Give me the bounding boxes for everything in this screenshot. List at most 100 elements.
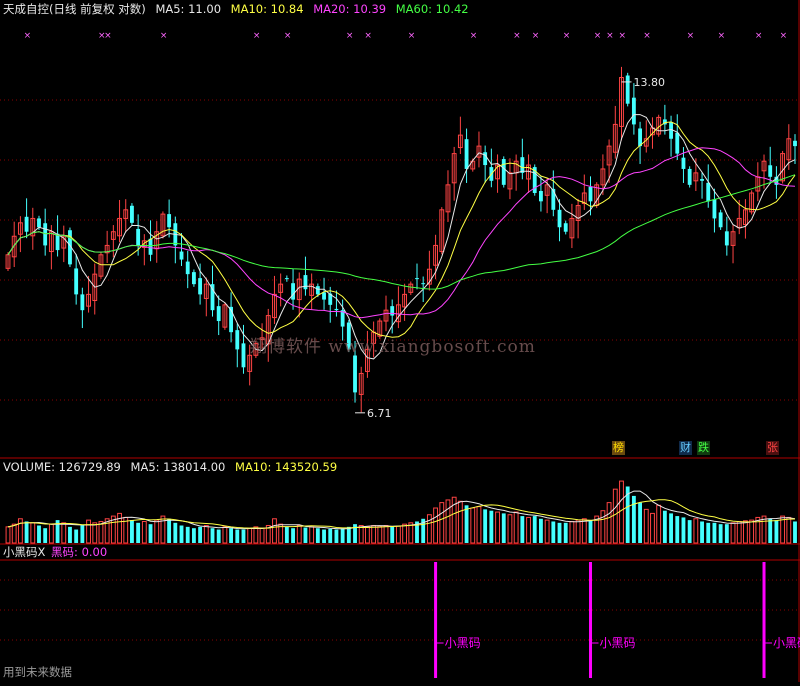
ma5-readout: MA5: 11.00 bbox=[155, 2, 222, 16]
event-marker-icon: × bbox=[687, 31, 695, 41]
candle-body-down bbox=[284, 278, 289, 280]
ma60-readout: MA60: 10.42 bbox=[395, 2, 469, 16]
candle-body-down bbox=[291, 283, 295, 300]
volume-bar-up bbox=[358, 525, 364, 544]
volume-bar-down bbox=[551, 521, 556, 543]
volume-bar-down bbox=[532, 516, 537, 543]
volume-bar-down bbox=[706, 522, 711, 543]
volume-bar-down bbox=[241, 529, 246, 543]
volume-bar-down bbox=[229, 528, 234, 543]
candle-body-down bbox=[74, 268, 79, 295]
volume-bar-up bbox=[643, 508, 649, 544]
volume-bar-up bbox=[656, 504, 662, 544]
volume-bar-up bbox=[736, 520, 742, 544]
price-annotation-label: 13.80 bbox=[633, 76, 665, 89]
volume-bar-down bbox=[793, 521, 797, 543]
volume-bar-down bbox=[136, 522, 141, 543]
volume-bar-down bbox=[675, 516, 680, 543]
volume-bar-down bbox=[638, 502, 642, 543]
volume-bar-down bbox=[681, 517, 686, 543]
volume-bar-down bbox=[631, 495, 636, 543]
volume-bar-up bbox=[439, 502, 445, 544]
volume-bar-up bbox=[730, 522, 736, 544]
event-marker-icon: × bbox=[563, 31, 571, 41]
indicator-value: 黑码: 0.00 bbox=[51, 545, 108, 559]
volume-bar-down bbox=[557, 522, 562, 543]
volume-bar-up bbox=[11, 523, 17, 544]
candle-body-down bbox=[557, 209, 562, 228]
volume-bar-down bbox=[167, 518, 172, 543]
volume-bar-up bbox=[526, 516, 531, 544]
candle-body-down bbox=[551, 188, 556, 210]
volume-bar-up bbox=[309, 526, 315, 544]
event-marker-icon: × bbox=[104, 31, 112, 41]
price-panel-header: 天成自控(日线 前复权 对数) MA5: 11.00 MA10: 10.84 M… bbox=[3, 2, 475, 16]
volume-bar-down bbox=[322, 529, 326, 543]
event-tag[interactable]: 榜 bbox=[612, 441, 625, 455]
volume-bar-down bbox=[284, 526, 289, 543]
volume-bar-down bbox=[687, 520, 692, 543]
event-marker-icon: × bbox=[470, 31, 478, 41]
event-tag[interactable]: 跌 bbox=[697, 441, 710, 455]
volume-bar-up bbox=[5, 526, 11, 544]
candle-body-down bbox=[55, 233, 60, 251]
volume-readout: VOLUME: 126729.89 bbox=[3, 460, 121, 474]
volume-bar-down bbox=[774, 520, 779, 543]
volume-bar-up bbox=[86, 519, 91, 544]
volume-bar-down bbox=[173, 522, 178, 543]
volume-bar-down bbox=[669, 513, 673, 543]
candle-body-down bbox=[415, 278, 419, 280]
candle-body-down bbox=[235, 330, 240, 350]
vol-ma5-readout: MA5: 138014.00 bbox=[130, 460, 226, 474]
volume-bar-down bbox=[24, 521, 29, 543]
volume-bar-down bbox=[563, 522, 568, 543]
volume-bar-down bbox=[662, 510, 667, 543]
volume-bar-up bbox=[92, 522, 98, 544]
candle-body-down bbox=[638, 128, 642, 147]
event-tag[interactable]: 财 bbox=[679, 441, 692, 455]
event-marker-icon: × bbox=[618, 31, 626, 41]
volume-bar-up bbox=[476, 506, 482, 544]
ma20-line bbox=[7, 147, 796, 319]
signal-label: 小黑码 bbox=[445, 636, 481, 650]
event-marker-icon: × bbox=[594, 31, 602, 41]
volume-bar-up bbox=[457, 500, 463, 544]
volume-bar-down bbox=[216, 529, 221, 543]
candle-body-down bbox=[706, 182, 711, 202]
candle-body-down bbox=[625, 75, 630, 104]
volume-bar-up bbox=[371, 525, 377, 544]
candle-body-down bbox=[43, 223, 48, 246]
event-tag[interactable]: 张 bbox=[766, 441, 779, 455]
candle-body-down bbox=[130, 205, 134, 223]
volume-bar-down bbox=[328, 528, 333, 543]
volume-bar-up bbox=[495, 511, 500, 544]
event-marker-icon: × bbox=[643, 31, 651, 41]
candle-body-down bbox=[700, 178, 704, 181]
volume-bar-up bbox=[203, 525, 209, 544]
volume-bar-down bbox=[700, 521, 704, 543]
volume-bar-down bbox=[464, 505, 469, 543]
candle-body-down bbox=[191, 272, 196, 285]
volume-bar-up bbox=[544, 519, 550, 544]
candle-body-down bbox=[421, 283, 426, 285]
candle-body-down bbox=[24, 216, 29, 232]
candle-body-down bbox=[322, 292, 326, 300]
volume-bar-down bbox=[37, 525, 41, 543]
candle-body-down bbox=[37, 218, 41, 228]
ma10-readout: MA10: 10.84 bbox=[230, 2, 304, 16]
volume-bar-down bbox=[185, 526, 190, 543]
volume-bar-up bbox=[30, 522, 36, 544]
candle-body-down bbox=[724, 231, 729, 246]
volume-bar-up bbox=[247, 527, 253, 544]
candle-body-down bbox=[712, 199, 717, 219]
candle-body-down bbox=[136, 228, 141, 246]
candle-body-down bbox=[167, 214, 172, 228]
signal-label: 小黑码 bbox=[600, 636, 636, 650]
event-marker-icon: × bbox=[160, 31, 168, 41]
volume-bar-down bbox=[191, 528, 196, 543]
candle-body-down bbox=[334, 308, 339, 311]
candle-body-down bbox=[520, 157, 525, 173]
candle-body-down bbox=[675, 132, 680, 154]
volume-bar-down bbox=[291, 528, 295, 543]
event-marker-icon: × bbox=[284, 31, 292, 41]
